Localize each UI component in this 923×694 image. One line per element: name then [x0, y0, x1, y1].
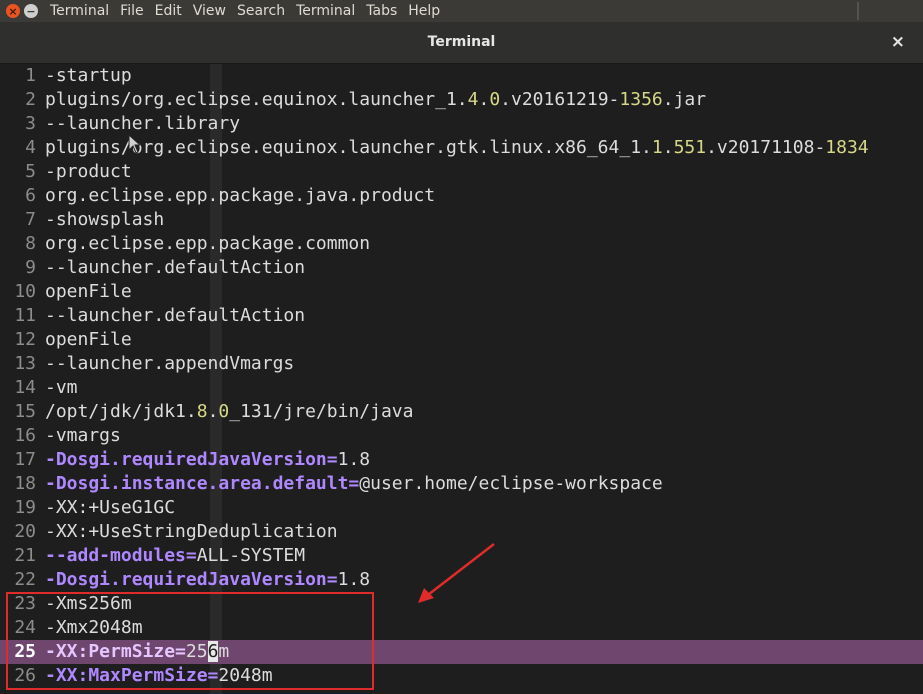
line-number: 22	[14, 569, 36, 590]
menu-tabs[interactable]: Tabs	[366, 3, 397, 19]
line-text: -vmargs	[45, 425, 121, 446]
annotation-highlight-box	[6, 592, 374, 690]
code-line[interactable]: 14 -vm	[0, 376, 923, 400]
line-text: --launcher.appendVmargs	[45, 353, 295, 374]
line-number: 2	[25, 89, 36, 110]
line-number: 11	[14, 305, 36, 326]
code-line[interactable]: 3 --launcher.library	[0, 112, 923, 136]
close-icon[interactable]: ×	[891, 32, 905, 52]
line-number: 13	[14, 353, 36, 374]
line-text: --add-modules=ALL-SYSTEM	[45, 545, 306, 566]
line-text: -Dosgi.instance.area.default=@user.home/…	[45, 473, 663, 494]
line-text: --launcher.library	[45, 113, 241, 134]
line-text: openFile	[45, 281, 132, 302]
line-number: 12	[14, 329, 36, 350]
code-line[interactable]: 5 -product	[0, 160, 923, 184]
code-line[interactable]: 8 org.eclipse.epp.package.common	[0, 232, 923, 256]
code-line[interactable]: 9 --launcher.defaultAction	[0, 256, 923, 280]
menu-file[interactable]: File	[120, 3, 143, 19]
line-number: 9	[25, 257, 36, 278]
line-number: 14	[14, 377, 36, 398]
menu-bar: × − Terminal File Edit View Search Termi…	[0, 0, 923, 22]
code-line[interactable]: 17 -Dosgi.requiredJavaVersion=1.8	[0, 448, 923, 472]
line-text: -XX:+UseG1GC	[45, 497, 176, 518]
line-text: -product	[45, 161, 132, 182]
line-text: openFile	[45, 329, 132, 350]
code-line[interactable]: 18 -Dosgi.instance.area.default=@user.hom…	[0, 472, 923, 496]
menu-search[interactable]: Search	[237, 3, 285, 19]
line-text: -Dosgi.requiredJavaVersion=1.8	[45, 569, 371, 590]
code-line[interactable]: 10 openFile	[0, 280, 923, 304]
menubar-divider	[857, 2, 859, 20]
menu-terminal-app[interactable]: Terminal	[50, 3, 109, 19]
line-text: -XX:+UseStringDeduplication	[45, 521, 338, 542]
line-text: -vm	[45, 377, 78, 398]
code-line[interactable]: 13 --launcher.appendVmargs	[0, 352, 923, 376]
code-line[interactable]: 15/opt/jdk/jdk1.8.0_131/jre/bin/java	[0, 400, 923, 424]
line-text: org.eclipse.epp.package.java.product	[45, 185, 436, 206]
line-text: --launcher.defaultAction	[45, 257, 306, 278]
code-line[interactable]: 1 -startup	[0, 64, 923, 88]
line-text: -showsplash	[45, 209, 165, 230]
code-line[interactable]: 7 -showsplash	[0, 208, 923, 232]
line-number: 10	[14, 281, 36, 302]
window-minimize-button[interactable]: −	[24, 4, 38, 18]
menu-help[interactable]: Help	[408, 3, 440, 19]
menu-view[interactable]: View	[193, 3, 226, 19]
code-line[interactable]: 6 org.eclipse.epp.package.java.product	[0, 184, 923, 208]
line-number: 8	[25, 233, 36, 254]
line-number: 18	[14, 473, 36, 494]
line-number: 3	[25, 113, 36, 134]
menu-edit[interactable]: Edit	[155, 3, 182, 19]
line-number: 6	[25, 185, 36, 206]
code-line[interactable]: 12 openFile	[0, 328, 923, 352]
line-number: 4	[25, 137, 36, 158]
line-text: /opt/jdk/jdk1.8.0_131/jre/bin/java	[45, 401, 414, 422]
line-text: plugins/org.eclipse.equinox.launcher_1.4…	[45, 89, 707, 110]
line-number: 17	[14, 449, 36, 470]
line-number: 16	[14, 425, 36, 446]
line-text: -Dosgi.requiredJavaVersion=1.8	[45, 449, 371, 470]
line-number: 20	[14, 521, 36, 542]
line-text: --launcher.defaultAction	[45, 305, 306, 326]
line-number: 5	[25, 161, 36, 182]
code-line[interactable]: 2 plugins/org.eclipse.equinox.launcher_1.…	[0, 88, 923, 112]
code-line[interactable]: 19 -XX:+UseG1GC	[0, 496, 923, 520]
line-number: 7	[25, 209, 36, 230]
line-text: plugins/org.eclipse.equinox.launcher.gtk…	[45, 137, 869, 158]
line-number: 1	[25, 65, 36, 86]
mouse-pointer-icon	[128, 134, 142, 154]
line-number: 19	[14, 497, 36, 518]
annotation-arrow-icon	[418, 543, 495, 603]
menu-terminal[interactable]: Terminal	[296, 3, 355, 19]
line-number: 21	[14, 545, 36, 566]
code-line[interactable]: 16 -vmargs	[0, 424, 923, 448]
code-line[interactable]: 11 --launcher.defaultAction	[0, 304, 923, 328]
line-text: org.eclipse.epp.package.common	[45, 233, 371, 254]
line-number: 15	[14, 401, 36, 422]
menu-items: Terminal File Edit View Search Terminal …	[50, 3, 451, 19]
window-title: Terminal	[427, 34, 496, 50]
line-text: -startup	[45, 65, 132, 86]
window-close-button[interactable]: ×	[6, 4, 20, 18]
title-bar: Terminal ×	[0, 22, 923, 64]
